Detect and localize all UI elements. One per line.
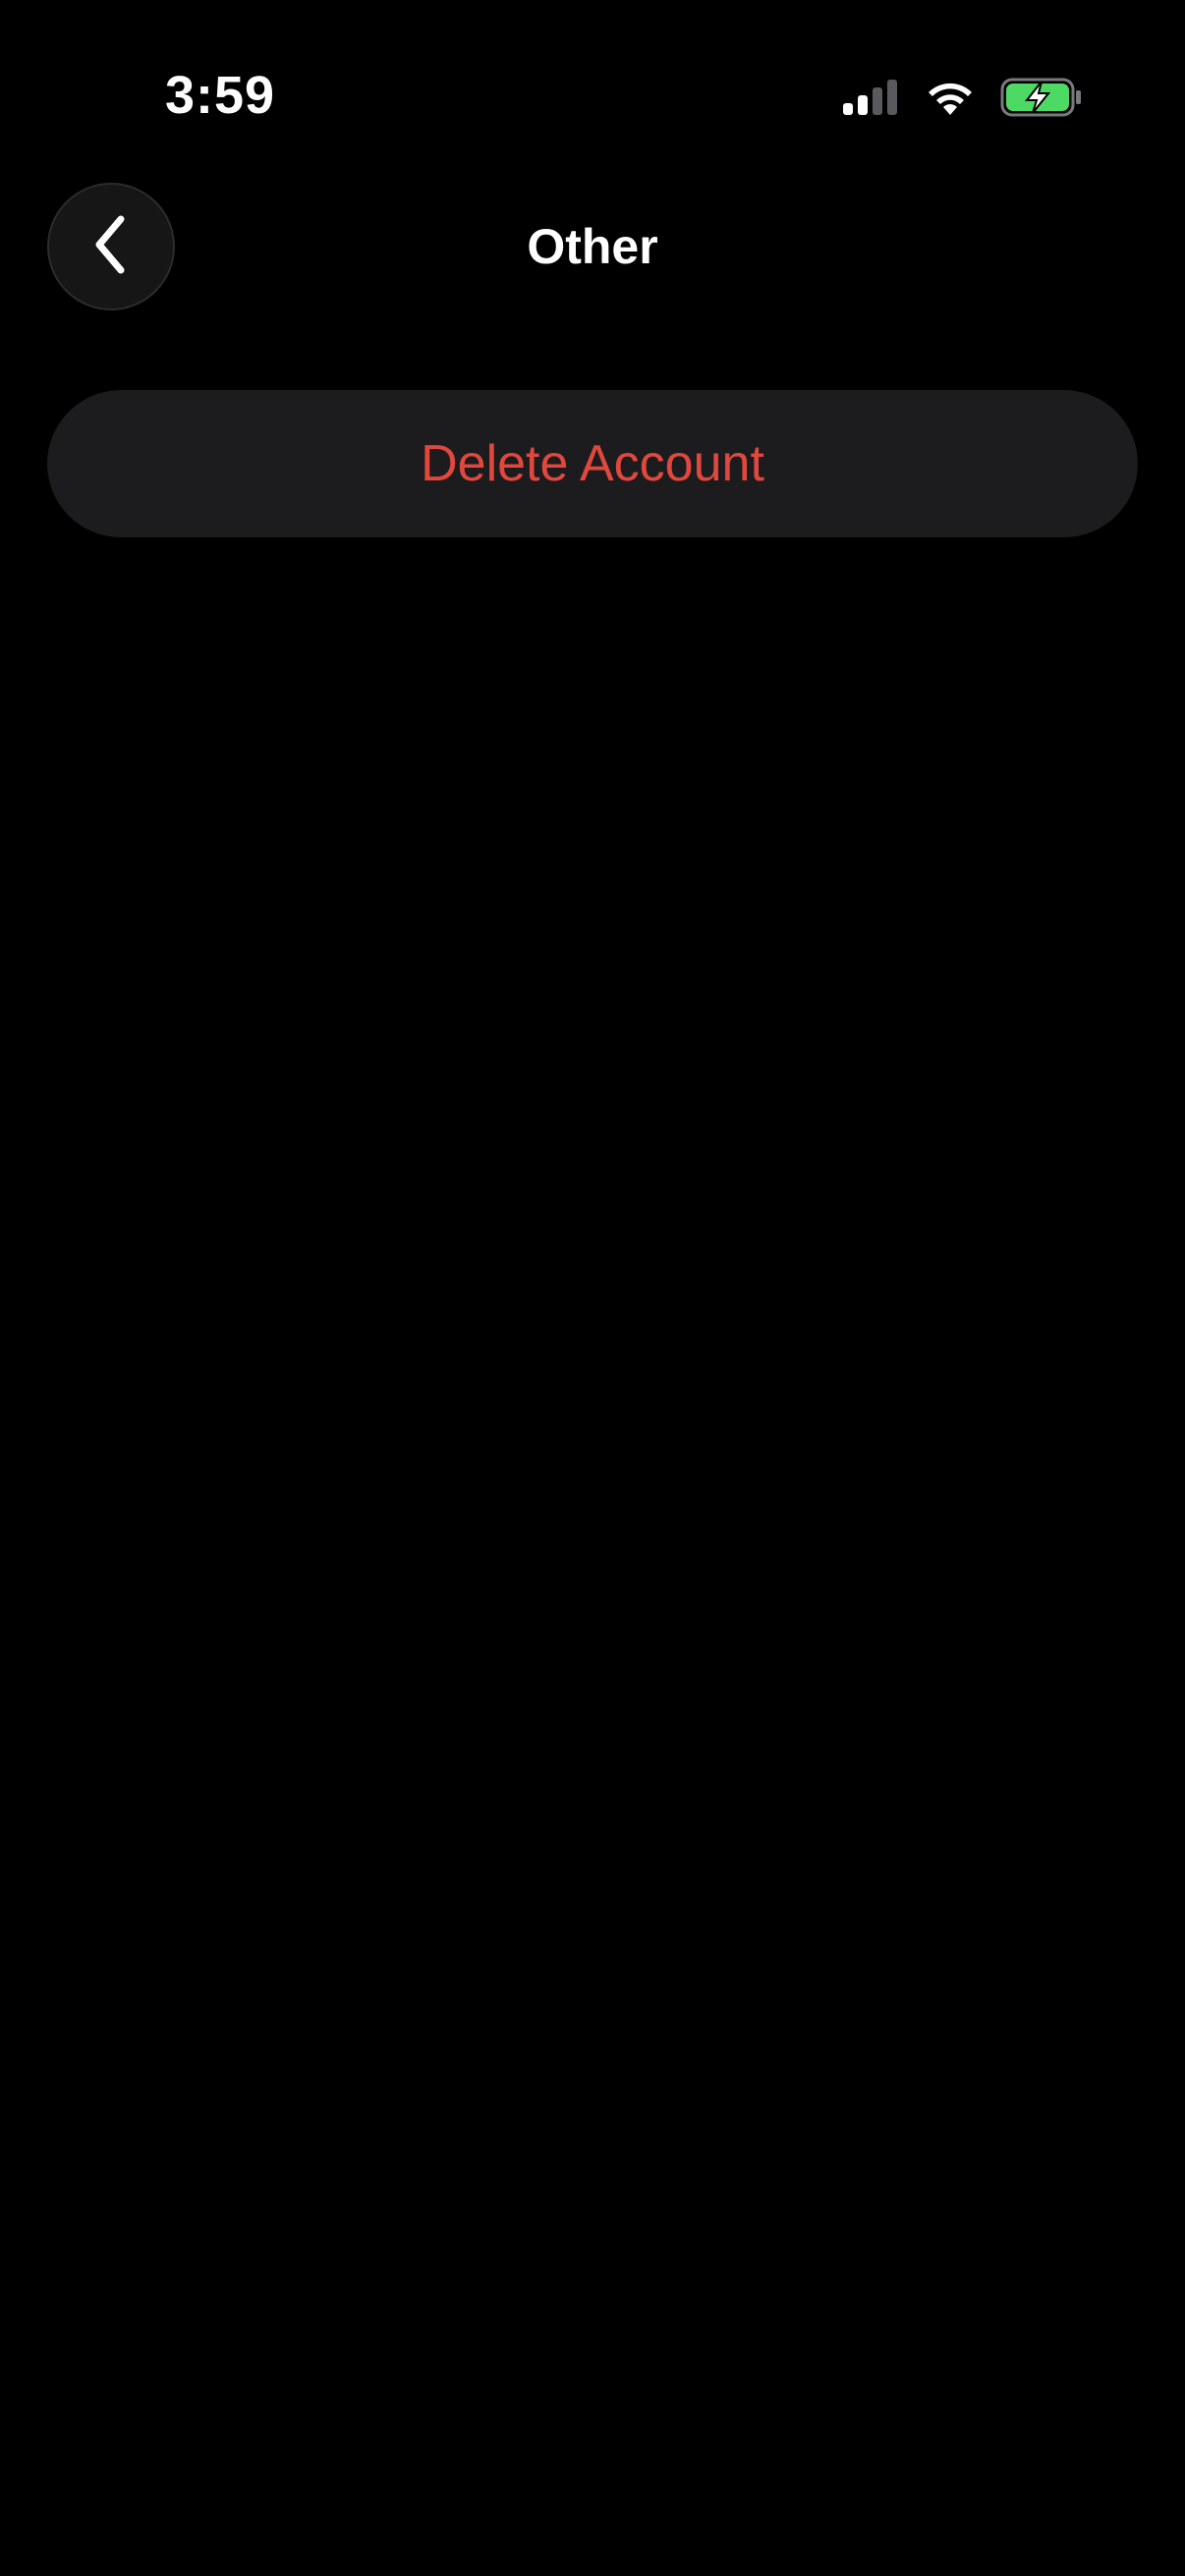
page-title: Other (527, 219, 658, 274)
delete-account-button[interactable]: Delete Account (47, 390, 1138, 537)
cellular-signal-icon (841, 78, 900, 117)
status-bar: 3:59 (0, 0, 1185, 187)
navigation-bar: Other (0, 183, 1185, 312)
status-time: 3:59 (165, 66, 276, 125)
wifi-icon (924, 78, 977, 117)
battery-charging-icon (1000, 77, 1083, 118)
delete-account-label: Delete Account (421, 435, 764, 492)
status-icons (841, 73, 1083, 122)
